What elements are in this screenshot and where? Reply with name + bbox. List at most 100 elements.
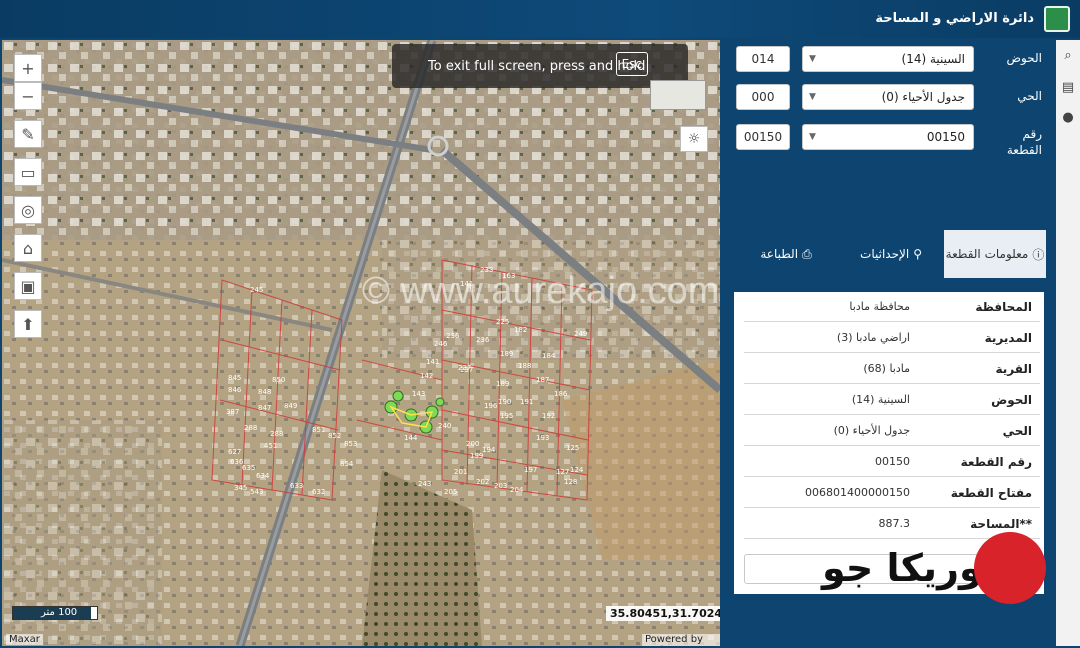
parcel-label: 245 — [250, 286, 264, 294]
parcel-label: 205 — [444, 488, 458, 496]
parcel-code-input[interactable]: 00150 — [736, 124, 790, 150]
basemap-toggle[interactable] — [650, 80, 706, 110]
parcel-label: 199 — [470, 452, 484, 460]
zoom-out-button[interactable]: − — [14, 82, 42, 110]
parcel-label: 853 — [344, 440, 358, 448]
tab-print[interactable]: ⎙ الطباعة — [734, 230, 838, 278]
sun-icon: ☼ — [687, 131, 701, 147]
table-row: المديرية اراضي مادبا (3) — [744, 323, 1040, 353]
map-view[interactable]: 233 163 141 225 182 189 184 249 236 237 … — [2, 40, 720, 646]
parcel-label: 197 — [524, 466, 538, 474]
exit-fullscreen-banner: To exit full screen, press and hold Esc — [392, 44, 688, 88]
parcel-label: 143 — [412, 390, 426, 398]
parcel-label: 845 — [228, 374, 242, 382]
parcel-label: 237 — [458, 364, 472, 372]
parcel-label: 191 — [520, 398, 534, 406]
neighborhood-select[interactable]: ▼ جدول الأحياء (0) — [802, 84, 974, 110]
parcel-label: 632 — [312, 488, 326, 496]
parcel-label: 188 — [518, 362, 532, 370]
dls-logo-icon[interactable] — [1044, 6, 1070, 32]
parcel-label: 850 — [272, 376, 286, 384]
parcel-label: 851 — [312, 426, 326, 434]
parcel-label: 634 — [256, 472, 270, 480]
app-title: دائرة الاراضي و المساحة — [875, 11, 1034, 26]
table-row: القرية مادبا (68) — [744, 354, 1040, 384]
parcel-label: 192 — [542, 412, 556, 420]
brand-logo-icon — [974, 532, 1046, 604]
parcel-label: 187 — [536, 376, 550, 384]
parcel-label: 127 — [556, 468, 570, 476]
parcel-label: 184 — [542, 352, 556, 360]
scale-label: 100 متر — [41, 607, 78, 618]
panel-tabs: ⓘ معلومات القطعة ⚲ الإحداثيات ⎙ الطباعة — [734, 230, 1046, 278]
parcel-label: 195 — [500, 412, 514, 420]
parcel-label: 345 — [234, 484, 248, 492]
chevron-down-icon: ▼ — [809, 132, 816, 142]
parcel-label: 627 — [228, 448, 242, 456]
parcel-label: 182 — [514, 326, 528, 334]
app-root: دائرة الاراضي و المساحة 233 163 141 225 … — [0, 0, 1080, 648]
table-row: الحي جدول الأحياء (0) — [744, 416, 1040, 446]
home-icon: ⌂ — [22, 238, 34, 258]
esc-key: Esc — [615, 52, 648, 76]
exit-fullscreen-text: To exit full screen, press and hold — [428, 58, 646, 74]
parcel-label: 194 — [482, 446, 496, 454]
compass-button[interactable]: ⬆ — [14, 310, 42, 338]
parcel-label: 846 — [228, 386, 242, 394]
plus-icon: + — [21, 58, 35, 78]
parcel-label: 635 — [242, 464, 256, 472]
edit-map-button[interactable]: ▣ — [14, 272, 42, 300]
tab-parcel-info[interactable]: ⓘ معلومات القطعة — [944, 230, 1046, 278]
map-layers-icon[interactable]: ▤ — [1060, 80, 1076, 96]
scale-bar: 100 متر — [12, 606, 98, 620]
chevron-down-icon: ▼ — [809, 92, 816, 102]
parcel-label: 193 — [536, 434, 550, 442]
parcel-label: 200 — [466, 440, 480, 448]
imagery-attribution: Maxar — [6, 634, 43, 645]
neighborhood-row: 000 ▼ جدول الأحياء (0) الحي — [736, 84, 1054, 110]
compass-icon: ⬆ — [21, 314, 35, 334]
home-button[interactable]: ⌂ — [14, 234, 42, 262]
parcel-label: 144 — [404, 434, 418, 442]
parcel-select[interactable]: ▼ 00150 — [802, 124, 974, 150]
locate-button[interactable]: ◎ — [14, 196, 42, 224]
esri-attribution: Powered by Esri — [642, 634, 720, 646]
basin-select[interactable]: ▼ السينية (14) — [802, 46, 974, 72]
info-icon: ⓘ — [1032, 247, 1045, 262]
tab-coordinates[interactable]: ⚲ الإحداثيات — [840, 230, 942, 278]
parcel-label: 124 — [570, 466, 584, 474]
draw-tool-button[interactable]: ✎ — [14, 120, 42, 148]
parcel-label: 854 — [340, 460, 354, 468]
parcel-label: 203 — [494, 482, 508, 490]
parcel-label: 128 — [564, 478, 578, 486]
parcel-label: 249 — [574, 330, 588, 338]
parcel-label: 125 — [566, 444, 580, 452]
location-pin-icon[interactable]: ● — [1060, 110, 1076, 126]
zoom-in-button[interactable]: + — [14, 54, 42, 82]
parcel-label: 243 — [418, 480, 432, 488]
table-row: رقم القطعة 00150 — [744, 447, 1040, 477]
parcel-label: 225 — [496, 318, 510, 326]
daylight-button[interactable]: ☼ — [680, 126, 708, 152]
pencil-icon: ✎ — [21, 124, 35, 144]
basin-label: الحوض — [1006, 51, 1042, 65]
search-icon[interactable]: ⌕ — [1060, 48, 1076, 64]
parcel-label: 142 — [420, 372, 434, 380]
parcel-label: 202 — [476, 478, 490, 486]
minus-icon: − — [21, 86, 35, 106]
parcel-row: 00150 ▼ 00150 رقم القطعة — [736, 124, 1054, 157]
parcel-number-label: رقم القطعة — [1006, 127, 1042, 157]
satellite-imagery — [2, 40, 720, 646]
watermark-text: © www.aurekajo.com — [362, 270, 720, 312]
parcel-label: 451 — [264, 442, 278, 450]
locate-icon: ◎ — [21, 200, 35, 220]
neighborhood-label: الحي — [1017, 89, 1042, 103]
basin-row: 014 ▼ السينية (14) الحوض — [736, 46, 1054, 72]
parcel-label: 186 — [554, 390, 568, 398]
measure-tool-button[interactable]: ▭ — [14, 158, 42, 186]
basin-code-input[interactable]: 014 — [736, 46, 790, 72]
neighborhood-code-input[interactable]: 000 — [736, 84, 790, 110]
edit-map-icon: ▣ — [20, 276, 36, 296]
ruler-icon: ▭ — [20, 162, 36, 182]
parcel-label: 246 — [434, 340, 448, 348]
